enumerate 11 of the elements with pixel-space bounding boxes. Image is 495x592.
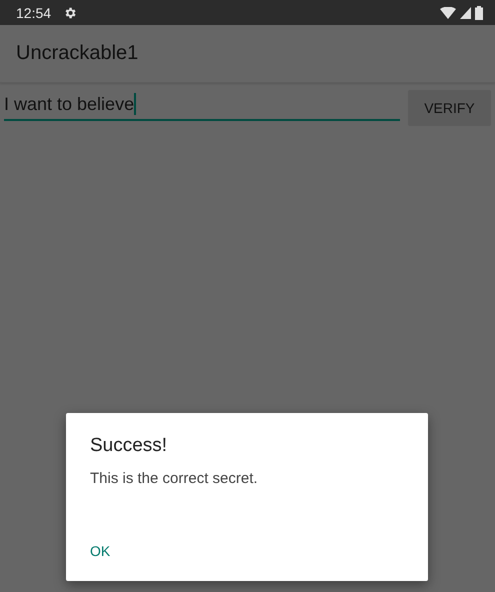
wifi-icon xyxy=(440,6,456,18)
secret-field[interactable]: I want to believe xyxy=(4,89,400,121)
dialog-title: Success! xyxy=(90,435,168,457)
verify-button[interactable]: VERIFY xyxy=(408,90,491,126)
ok-button[interactable]: OK xyxy=(78,535,122,567)
status-time: 12:54 xyxy=(16,4,52,20)
settings-icon xyxy=(63,6,78,20)
battery-icon xyxy=(475,6,483,20)
dialog-message: This is the correct secret. xyxy=(90,470,258,487)
app-title: Uncrackable1 xyxy=(16,42,138,65)
signal-icon xyxy=(460,6,471,18)
